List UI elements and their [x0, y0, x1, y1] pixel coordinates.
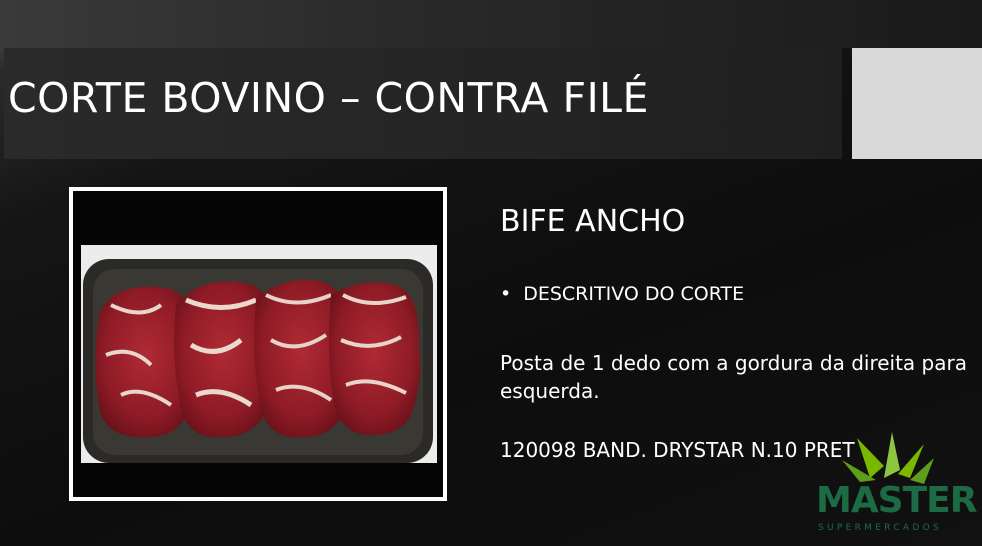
product-code: 120098 BAND. DRYSTAR N.10 PRET — [500, 438, 855, 462]
master-logo: MASTER SUPERMERCADOS — [812, 430, 977, 540]
cut-description: Posta de 1 dedo com a gordura da direita… — [500, 351, 967, 403]
bullet-icon: • — [500, 283, 512, 305]
bullet-item: • DESCRITIVO DO CORTE — [500, 283, 744, 305]
logo-wordmark: MASTER — [816, 480, 977, 521]
slide-title: CORTE BOVINO – CONTRA FILÉ — [8, 74, 649, 122]
meat-tray-photo — [81, 245, 437, 463]
steak-4 — [328, 282, 420, 436]
cut-name: BIFE ANCHO — [500, 204, 686, 239]
image-placeholder-box — [852, 48, 982, 159]
photo-frame — [69, 187, 447, 501]
bullet-label: DESCRITIVO DO CORTE — [523, 283, 745, 305]
logo-tagline: SUPERMERCADOS — [818, 523, 942, 533]
top-strip — [0, 0, 982, 48]
